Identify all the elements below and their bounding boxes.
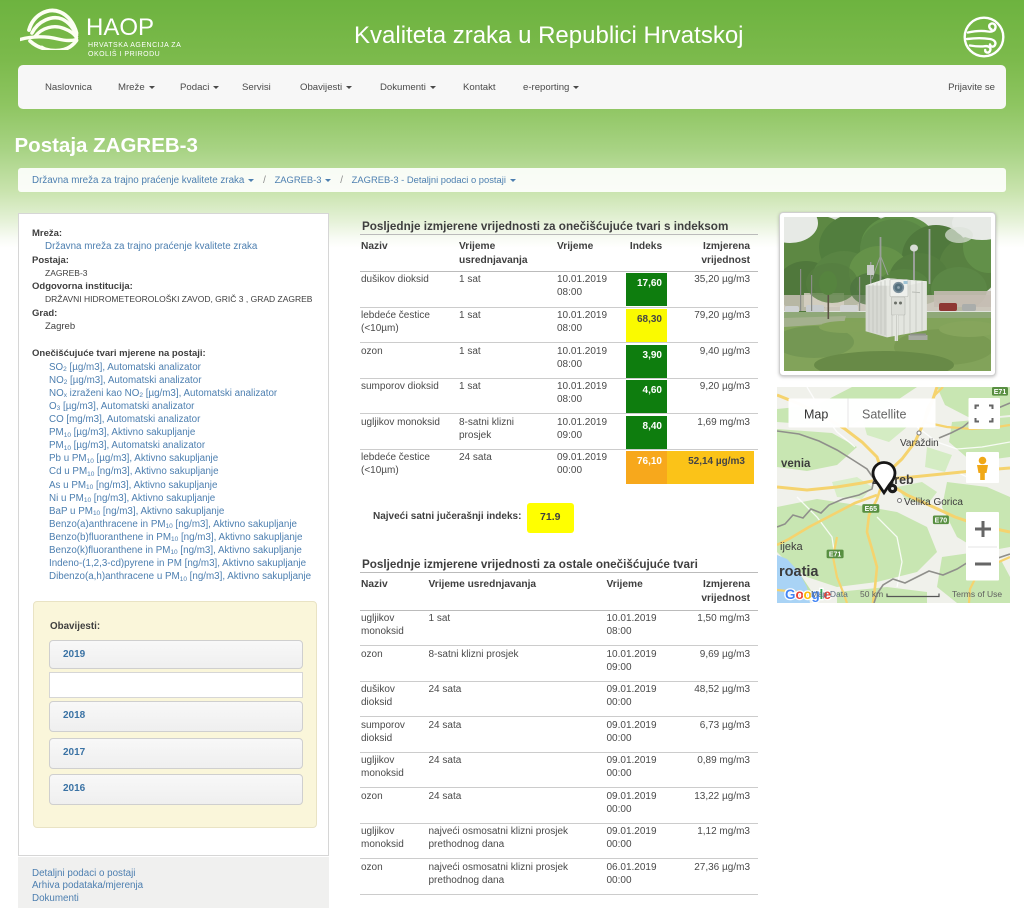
svg-text:E71: E71 [994,389,1007,396]
svg-text:E71: E71 [829,552,842,559]
svg-text:50 km: 50 km [860,589,883,599]
svg-text:ijeka: ijeka [780,541,804,553]
svg-text:Map Data: Map Data [811,589,848,599]
svg-text:E70: E70 [935,517,948,524]
svg-text:E65: E65 [865,506,878,513]
svg-text:Velika Gorica: Velika Gorica [904,497,963,508]
svg-text:Satellite: Satellite [862,408,907,422]
svg-text:Varaždin: Varaždin [900,438,939,449]
svg-text:roatia: roatia [779,564,819,580]
svg-text:G: G [785,587,796,602]
svg-text:venia: venia [781,458,811,470]
svg-text:Terms of Use: Terms of Use [952,589,1002,599]
svg-text:Map: Map [804,408,828,422]
svg-text:o: o [796,587,804,602]
